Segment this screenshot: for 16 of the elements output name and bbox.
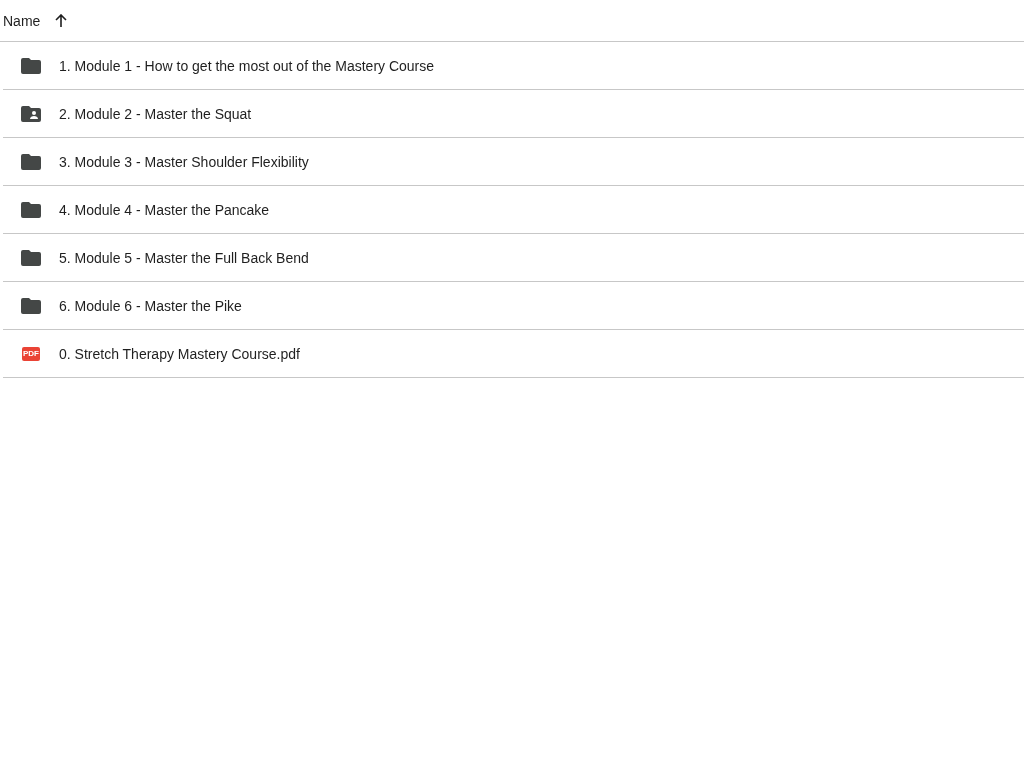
folder-icon <box>21 297 41 314</box>
column-header[interactable]: Name <box>3 12 41 29</box>
shared-folder-icon <box>21 105 41 122</box>
pdf-icon: PDF <box>22 346 40 361</box>
file-name[interactable]: 0. Stretch Therapy Mastery Course.pdf <box>59 345 300 362</box>
folder-icon <box>21 249 41 266</box>
sort-arrow-icon[interactable] <box>54 13 69 28</box>
file-name[interactable]: 1. Module 1 - How to get the most out of the Mastery Course <box>59 57 435 74</box>
folder-icon <box>21 57 41 74</box>
file-name[interactable]: 6. Module 6 - Master the Pike <box>59 297 242 314</box>
file-name[interactable]: 5. Module 5 - Master the Full Back Bend <box>59 249 309 266</box>
file-name[interactable]: 3. Module 3 - Master Shoulder Flexibility <box>59 153 309 170</box>
folder-icon <box>21 201 41 218</box>
folder-icon <box>21 153 41 170</box>
file-name[interactable]: 2. Module 2 - Master the Squat <box>59 105 252 122</box>
file-name[interactable]: 4. Module 4 - Master the Pancake <box>59 201 270 218</box>
